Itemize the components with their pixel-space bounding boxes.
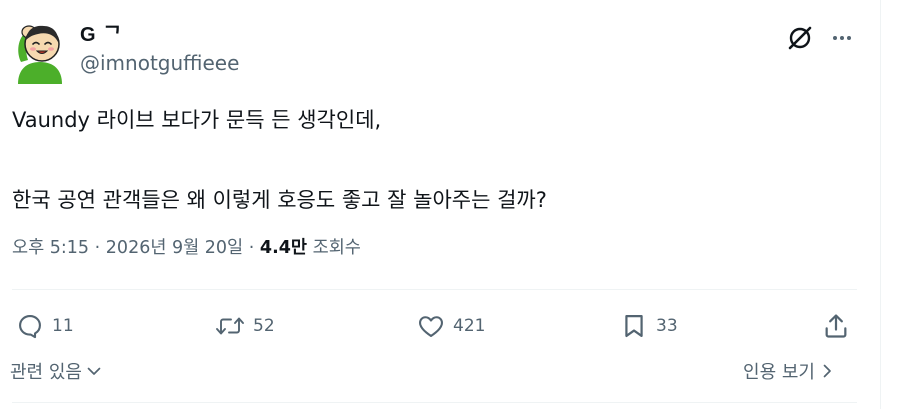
action-bar: 11 52 421 33 <box>12 306 860 346</box>
like-count: 421 <box>453 316 486 336</box>
meta-separator: · <box>94 238 101 258</box>
tweet-meta: 오후 5:15 · 2026년 9월 20일 · 4.4만 조회수 <box>12 233 361 263</box>
avatar-illustration <box>18 25 62 84</box>
column-border <box>880 0 881 409</box>
views-label: 조회수 <box>312 238 361 258</box>
user-info: G ᄀ @imnotguffieee <box>80 22 239 76</box>
header-actions <box>786 24 856 52</box>
share-button[interactable] <box>822 306 850 346</box>
reply-count: 11 <box>52 316 74 336</box>
grok-icon[interactable] <box>786 24 814 52</box>
tweet-text: Vaundy 라이브 보다가 문득 든 생각인데, 한국 공연 관객들은 왜 이… <box>12 100 862 220</box>
tweet-time[interactable]: 오후 5:15 <box>12 238 89 258</box>
retweet-icon <box>216 317 244 335</box>
meta-separator: · <box>248 238 255 258</box>
like-button[interactable]: 421 <box>417 306 485 346</box>
retweet-count: 52 <box>253 316 275 336</box>
retweet-button[interactable]: 52 <box>215 306 275 346</box>
chevron-down-icon <box>87 367 101 375</box>
related-toggle[interactable]: 관련 있음 <box>10 356 102 386</box>
reply-button[interactable]: 11 <box>16 306 74 346</box>
reply-icon <box>19 315 41 339</box>
tweet-detail: G ᄀ @imnotguffieee Vaundy 라이브 보다가 문득 든 생… <box>0 0 880 409</box>
share-icon <box>825 314 847 338</box>
tweet-text-line: Vaundy 라이브 보다가 문득 든 생각인데, <box>12 108 382 132</box>
heart-icon <box>419 316 443 337</box>
display-name[interactable]: G ᄀ <box>80 22 239 48</box>
user-handle[interactable]: @imnotguffieee <box>80 50 239 76</box>
related-label: 관련 있음 <box>10 362 82 383</box>
chevron-right-icon <box>823 364 831 378</box>
divider <box>12 402 857 403</box>
quotes-label: 인용 보기 <box>743 362 815 383</box>
divider <box>12 289 857 290</box>
tweet-date[interactable]: 2026년 9월 20일 <box>106 238 243 258</box>
avatar[interactable] <box>12 16 68 84</box>
tweet-text-blank-line <box>12 140 862 180</box>
more-icon[interactable] <box>828 24 856 52</box>
view-quotes-link[interactable]: 인용 보기 <box>743 356 835 386</box>
views-count: 4.4만 <box>259 238 308 258</box>
tweet-header: G ᄀ @imnotguffieee <box>12 16 860 84</box>
bookmark-button[interactable]: 33 <box>620 306 678 346</box>
tweet-text-line: 한국 공연 관객들은 왜 이렇게 호응도 좋고 잘 놀아주는 걸까? <box>12 188 547 212</box>
bookmark-count: 33 <box>656 316 678 336</box>
bookmark-icon <box>625 314 643 338</box>
